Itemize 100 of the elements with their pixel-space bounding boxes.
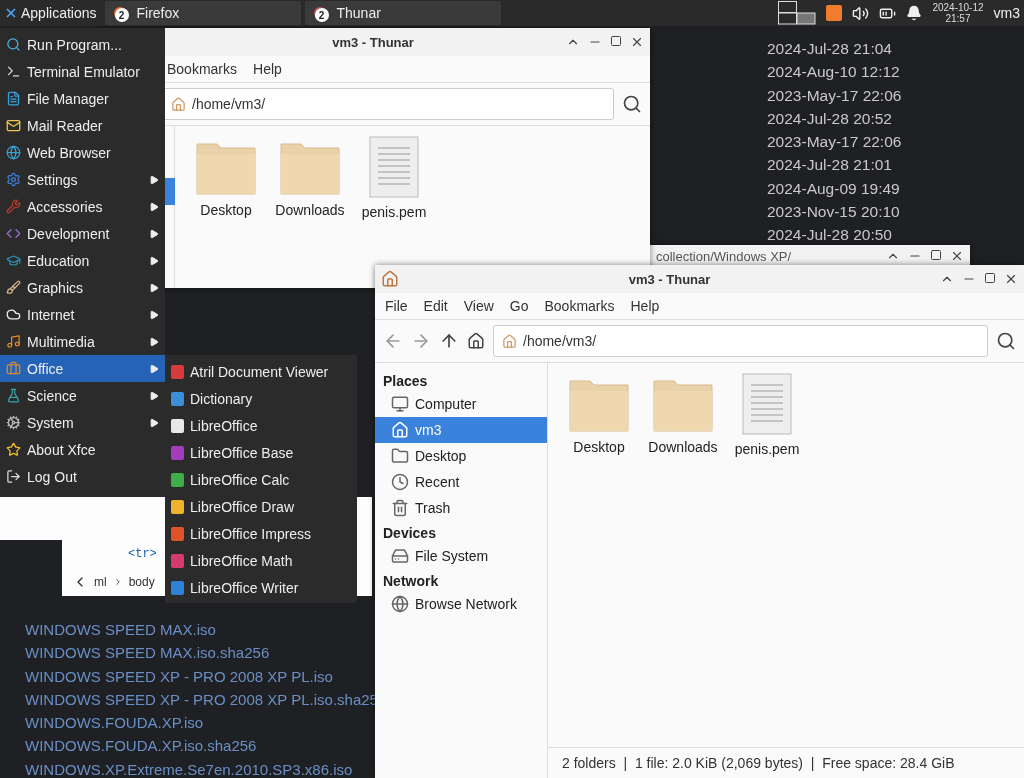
date-text: 2024-Jul-28 20:52 bbox=[767, 108, 893, 129]
sidebar-item[interactable]: vm3 bbox=[375, 417, 547, 443]
menu-item[interactable]: Help bbox=[253, 61, 282, 77]
folder-entry[interactable]: Desktop bbox=[560, 373, 638, 455]
place-icon bbox=[391, 421, 409, 439]
submenu-arrow-icon bbox=[149, 228, 159, 239]
menu-item[interactable]: Atril Document Viewer bbox=[165, 358, 357, 385]
app-icon bbox=[6, 388, 21, 403]
menu-item[interactable]: LibreOffice Base bbox=[165, 439, 357, 466]
document-entry[interactable]: penis.pem bbox=[728, 373, 806, 457]
taskbar-button[interactable]: 2 Thunar bbox=[304, 1, 501, 25]
folder-entry[interactable]: Downloads bbox=[271, 136, 349, 218]
address-field[interactable]: /home/vm3/ bbox=[162, 88, 614, 120]
volume-icon[interactable] bbox=[852, 4, 870, 22]
notification-icon[interactable] bbox=[906, 5, 923, 21]
menu-item[interactable]: LibreOffice bbox=[165, 412, 357, 439]
folder-entry[interactable]: Desktop bbox=[187, 136, 265, 218]
menu-item[interactable]: Bookmarks bbox=[167, 61, 238, 77]
sidebar-item[interactable]: Recent bbox=[375, 469, 547, 495]
menu-item[interactable]: LibreOffice Writer bbox=[165, 574, 357, 601]
menu-item[interactable]: LibreOffice Calc bbox=[165, 466, 357, 493]
menu-item[interactable]: LibreOffice Draw bbox=[165, 493, 357, 520]
sidebar-item[interactable]: Desktop bbox=[375, 443, 547, 469]
place-icon bbox=[391, 447, 409, 465]
menu-item[interactable]: Edit bbox=[423, 298, 448, 314]
sidebar-item[interactable]: Computer bbox=[375, 391, 547, 417]
html-tag: <tr> bbox=[128, 546, 157, 561]
menu-item[interactable]: Multimedia bbox=[0, 328, 165, 355]
menu-item[interactable]: Dictionary bbox=[165, 385, 357, 412]
place-icon bbox=[391, 473, 409, 491]
xfce-logo-icon bbox=[4, 6, 18, 20]
app-icon bbox=[6, 91, 21, 106]
date-text: 2023-Nov-15 20:10 bbox=[767, 202, 901, 223]
file-name: WINDOWS.XP.Extreme.Se7en.2010.SP3.x86.iso bbox=[25, 759, 354, 778]
document-icon bbox=[742, 373, 792, 435]
menu-item[interactable]: Graphics bbox=[0, 274, 165, 301]
sidebar-item[interactable]: Browse Network bbox=[375, 591, 547, 617]
app-icon bbox=[6, 442, 21, 457]
search-icon[interactable] bbox=[622, 94, 642, 114]
taskbar-button[interactable]: 2 Firefox bbox=[104, 1, 301, 25]
menu-item[interactable]: Terminal Emulator bbox=[0, 58, 165, 85]
section-heading: Places bbox=[382, 372, 429, 391]
submenu-arrow-icon bbox=[149, 309, 159, 320]
submenu-arrow-icon bbox=[149, 390, 159, 401]
menu-item[interactable]: System bbox=[0, 409, 165, 436]
app-icon bbox=[6, 199, 21, 214]
app-icon bbox=[6, 145, 21, 160]
breadcrumb-link[interactable]: ml bbox=[94, 574, 107, 589]
date-text: 2024-Jul-28 21:01 bbox=[767, 155, 893, 176]
place-icon bbox=[391, 595, 409, 613]
close-icon[interactable] bbox=[1004, 272, 1018, 286]
close-icon[interactable] bbox=[630, 35, 644, 49]
menu-item[interactable]: LibreOffice Math bbox=[165, 547, 357, 574]
menu-item[interactable]: Web Browser bbox=[0, 139, 165, 166]
menu-item[interactable]: LibreOffice Impress bbox=[165, 520, 357, 547]
menu-item[interactable]: Education bbox=[0, 247, 165, 274]
maximize-icon[interactable] bbox=[930, 249, 942, 261]
window-count-badge: 2 bbox=[114, 8, 129, 22]
menu-item[interactable]: Go bbox=[509, 298, 529, 314]
breadcrumb-link[interactable]: body bbox=[128, 574, 155, 589]
home-icon[interactable] bbox=[467, 332, 485, 350]
place-icon bbox=[391, 499, 409, 517]
folder-entry[interactable]: Downloads bbox=[644, 373, 722, 455]
maximize-icon[interactable] bbox=[610, 35, 622, 47]
menu-item[interactable]: Help bbox=[630, 298, 660, 314]
menu-item[interactable]: Science bbox=[0, 382, 165, 409]
sidebar-item[interactable]: File System bbox=[375, 543, 547, 569]
menu-item[interactable]: Office bbox=[0, 355, 165, 382]
menu-item[interactable]: File Manager bbox=[0, 85, 165, 112]
file-name: WINDOWS.FOUDA.XP.iso bbox=[25, 713, 205, 734]
file-name: WINDOWS.FOUDA.XP.iso.sha256 bbox=[25, 736, 258, 757]
maximize-icon[interactable] bbox=[984, 272, 996, 284]
menu-item[interactable]: Settings bbox=[0, 166, 165, 193]
menu-item[interactable]: About Xfce bbox=[0, 436, 165, 463]
document-entry[interactable]: penis.pem bbox=[355, 136, 433, 220]
menu-item[interactable]: Bookmarks bbox=[544, 298, 615, 314]
submenu-arrow-icon bbox=[149, 417, 159, 428]
menu-item[interactable]: Mail Reader bbox=[0, 112, 165, 139]
window-title: vm3 - Thunar bbox=[627, 271, 712, 287]
menu-item[interactable]: View bbox=[463, 298, 494, 314]
search-icon[interactable] bbox=[996, 331, 1016, 351]
menu-item[interactable]: Run Program... bbox=[0, 31, 165, 58]
sidebar-item[interactable]: Trash bbox=[375, 495, 547, 521]
section-heading: Devices bbox=[382, 524, 437, 543]
clock[interactable]: 2024-10-12 21:57 bbox=[932, 2, 984, 24]
applications-button[interactable]: Applications bbox=[0, 0, 101, 26]
workspace-switcher-icon[interactable] bbox=[778, 1, 817, 25]
address-field[interactable]: /home/vm3/ bbox=[493, 325, 988, 357]
menu-item[interactable]: Development bbox=[0, 220, 165, 247]
close-icon[interactable] bbox=[950, 249, 964, 263]
submenu-arrow-icon bbox=[149, 174, 159, 185]
menu-item[interactable]: Log Out bbox=[0, 463, 165, 490]
home-icon bbox=[502, 333, 517, 349]
app-indicator-icon[interactable] bbox=[826, 5, 843, 21]
menu-item[interactable]: Accessories bbox=[0, 193, 165, 220]
home-icon bbox=[381, 270, 399, 288]
date-text: 2023-May-17 22:06 bbox=[767, 85, 902, 106]
menu-item[interactable]: File bbox=[385, 298, 408, 314]
menu-item[interactable]: Internet bbox=[0, 301, 165, 328]
user-name[interactable]: vm3 bbox=[993, 5, 1020, 21]
